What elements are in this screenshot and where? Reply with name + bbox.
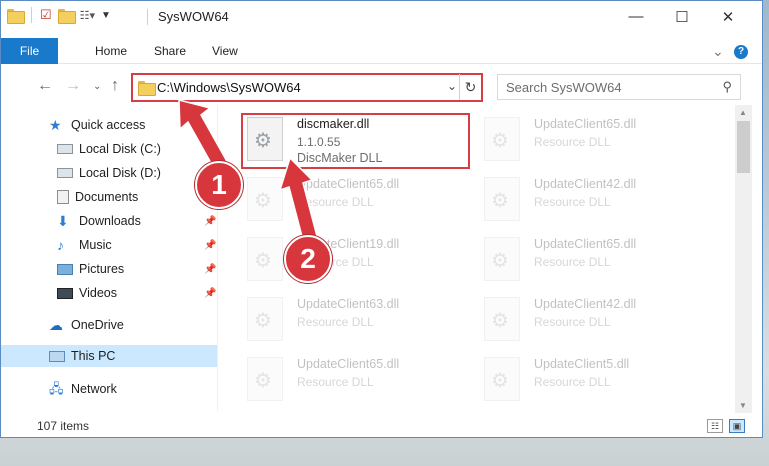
annotation-arrows — [178, 99, 319, 245]
arrow-2 — [278, 156, 319, 245]
step-2-badge: 2 — [284, 235, 332, 283]
step-1-badge: 1 — [195, 161, 243, 209]
